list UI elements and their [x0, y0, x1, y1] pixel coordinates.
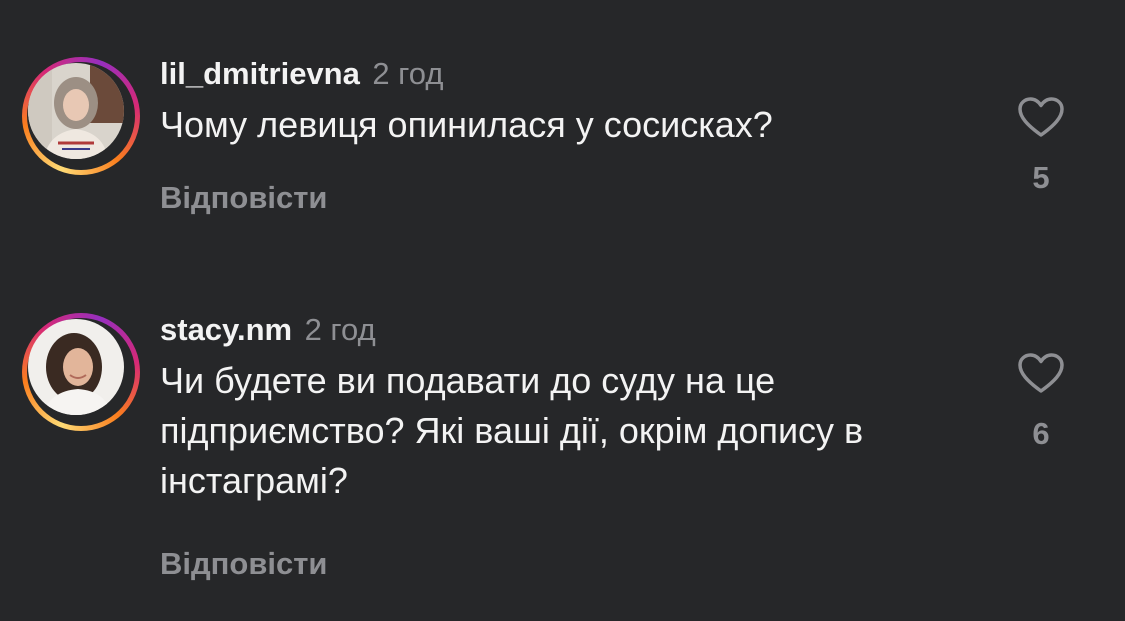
comment-text: Чи будете ви подавати до суду на це підп…: [160, 360, 864, 501]
timestamp: 2 год: [304, 312, 376, 347]
username[interactable]: lil_dmitrievna: [160, 56, 360, 91]
like-count: 6: [1032, 416, 1050, 451]
username[interactable]: stacy.nm: [160, 312, 292, 347]
avatar-story-ring[interactable]: [22, 313, 140, 431]
timestamp: 2 год: [372, 56, 444, 91]
reply-button[interactable]: Відповісти: [160, 180, 960, 216]
comments-list: lil_dmitrievna 2 год Чому левиця опинила…: [0, 0, 1125, 621]
like-count: 5: [1032, 160, 1050, 195]
like-control: 5: [1017, 96, 1065, 196]
heart-outline-icon[interactable]: [1017, 96, 1065, 138]
avatar-photo: [28, 319, 124, 415]
avatar[interactable]: [28, 63, 124, 159]
heart-outline-icon[interactable]: [1017, 352, 1065, 394]
comment-meta: stacy.nm 2 год: [160, 308, 960, 352]
comment-meta: lil_dmitrievna 2 год: [160, 52, 960, 96]
comment-body: stacy.nm 2 год Чи будете ви подавати до …: [160, 308, 960, 582]
avatar[interactable]: [28, 319, 124, 415]
avatar-photo: [28, 63, 124, 159]
reply-button[interactable]: Відповісти: [160, 546, 960, 582]
comment-text: Чому левиця опинилася у сосисках?: [160, 104, 773, 145]
avatar-story-ring[interactable]: [22, 57, 140, 175]
like-control: 6: [1017, 352, 1065, 452]
comment-body: lil_dmitrievna 2 год Чому левиця опинила…: [160, 52, 960, 216]
